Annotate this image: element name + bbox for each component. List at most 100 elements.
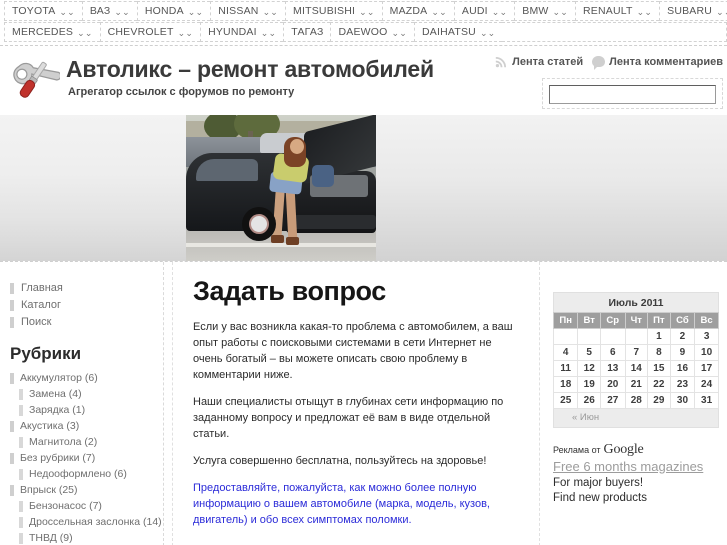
ad-title-link[interactable]: Free 6 months magazines <box>553 459 703 474</box>
search-input[interactable] <box>549 84 716 104</box>
category-item[interactable]: Замена (4) <box>10 386 157 402</box>
calendar-day[interactable]: 27 <box>599 392 626 409</box>
post-paragraph: Если у вас возникла какая-то проблема с … <box>193 321 513 381</box>
category-item-label: Акустика (3) <box>20 420 80 432</box>
car-brand-item-тагаз[interactable]: ТАГАЗ <box>283 22 331 42</box>
calendar-day[interactable]: 8 <box>647 344 671 361</box>
car-brand-item-mazda[interactable]: MAZDA ⌄⌄ <box>381 1 454 21</box>
calendar-weekday: Пт <box>647 312 671 329</box>
calendar-day[interactable]: 5 <box>577 344 601 361</box>
sidebar-item-каталог[interactable]: Каталог <box>10 297 157 313</box>
category-item[interactable]: Аккумулятор (6) <box>10 370 157 386</box>
calendar-day[interactable]: 30 <box>669 392 696 409</box>
calendar-day[interactable]: 22 <box>647 376 671 393</box>
post-paragraph-note[interactable]: Предоставляйте, пожалуйста, как можно бо… <box>193 480 523 528</box>
calendar-day[interactable]: 31 <box>694 392 719 409</box>
calendar-prev-month-link[interactable]: « Июн <box>553 409 719 428</box>
site-title: Автоликс – ремонт автомобилей <box>66 56 434 82</box>
category-item[interactable]: ТНВД (9) <box>10 530 157 545</box>
car-brand-nav-row-1: TOYOTA ⌄⌄ ВАЗ ⌄⌄ HONDA ⌄⌄ NISSAN ⌄⌄ MITSUBISHI ⌄⌄… <box>4 1 727 21</box>
banner <box>0 115 727 261</box>
category-item[interactable]: Впрыск (25) <box>10 482 157 498</box>
sidebar-item-label: Каталог <box>21 299 61 311</box>
calendar-day[interactable]: 17 <box>694 360 719 377</box>
car-brand-item-daihatsu[interactable]: DAIHATSU ⌄⌄ <box>414 22 503 42</box>
calendar-day[interactable]: 23 <box>669 376 696 393</box>
calendar-day[interactable]: 20 <box>599 376 626 393</box>
calendar-day[interactable]: 4 <box>552 344 579 361</box>
calendar-day[interactable]: 6 <box>599 344 626 361</box>
category-item[interactable]: Дроссельная заслонка (14) <box>10 514 162 530</box>
calendar-day[interactable]: 1 <box>647 328 671 345</box>
calendar-day[interactable]: 7 <box>624 344 649 361</box>
category-item[interactable]: Недооформлено (6) <box>10 466 157 482</box>
bullet-icon <box>10 316 14 328</box>
bullet-icon <box>19 500 23 512</box>
car-brand-item-bmw[interactable]: BMW ⌄⌄ <box>514 1 575 21</box>
chevron-down-icon: ⌄⌄ <box>391 27 408 38</box>
bullet-icon <box>19 532 23 544</box>
car-brand-label: RENAULT <box>582 5 633 17</box>
car-brand-item-renault[interactable]: RENAULT ⌄⌄ <box>574 1 660 21</box>
calendar-day[interactable]: 11 <box>552 360 579 377</box>
calendar-day[interactable]: 29 <box>647 392 671 409</box>
car-brand-label: SUBARU <box>667 5 713 17</box>
feed-link-articles[interactable]: Лента статей <box>495 55 583 68</box>
calendar-day[interactable]: 26 <box>577 392 601 409</box>
category-item[interactable]: Зарядка (1) <box>10 402 157 418</box>
category-item[interactable]: Магнитола (2) <box>10 434 157 450</box>
calendar-day[interactable]: 14 <box>624 360 649 377</box>
category-item-label: Бензонасос (7) <box>29 500 102 512</box>
calendar-week-row: 123 <box>552 328 719 345</box>
banner-photo <box>186 115 376 261</box>
car-brand-item-nissan[interactable]: NISSAN ⌄⌄ <box>210 1 286 21</box>
calendar-day[interactable]: 9 <box>669 344 696 361</box>
sidebar-item-главная[interactable]: Главная <box>10 280 157 296</box>
feed-link-comments[interactable]: Лента комментариев <box>592 56 723 70</box>
chevron-down-icon: ⌄⌄ <box>262 6 279 17</box>
car-brand-item-chevrolet[interactable]: CHEVROLET ⌄⌄ <box>99 22 201 42</box>
car-brand-item-audi[interactable]: AUDI ⌄⌄ <box>453 1 515 21</box>
car-brand-label: NISSAN <box>218 5 259 17</box>
bullet-icon <box>19 516 23 528</box>
category-item[interactable]: Акустика (3) <box>10 418 157 434</box>
calendar-day[interactable]: 16 <box>669 360 696 377</box>
calendar-day[interactable]: 13 <box>599 360 626 377</box>
car-brand-label: HONDA <box>144 5 184 17</box>
wrench-screwdriver-icon <box>8 56 62 104</box>
bullet-icon <box>10 452 14 464</box>
car-brand-item-toyota[interactable]: TOYOTA ⌄⌄ <box>4 1 82 21</box>
car-brand-item-mercedes[interactable]: MERCEDES ⌄⌄ <box>4 22 100 42</box>
sidebar-item-поиск[interactable]: Поиск <box>10 314 157 330</box>
calendar-day[interactable]: 3 <box>694 328 719 345</box>
calendar-day[interactable]: 12 <box>577 360 601 377</box>
calendar-day[interactable]: 28 <box>624 392 649 409</box>
calendar-week-row: 18 19 20 21 22 23 24 <box>552 376 719 393</box>
calendar-day[interactable]: 19 <box>577 376 601 393</box>
calendar-day[interactable]: 21 <box>624 376 649 393</box>
car-brand-item-subaru[interactable]: SUBARU⌄⌄ <box>659 1 727 21</box>
car-brand-item-mitsubishi[interactable]: MITSUBISHI ⌄⌄ <box>285 1 382 21</box>
bullet-icon <box>19 388 23 400</box>
calendar-day[interactable]: 15 <box>647 360 671 377</box>
calendar-day[interactable]: 18 <box>552 376 579 393</box>
calendar-day[interactable]: 24 <box>694 376 719 393</box>
calendar-day[interactable]: 2 <box>669 328 696 345</box>
category-item[interactable]: Без рубрики (7) <box>10 450 157 466</box>
bullet-icon <box>10 282 14 294</box>
bullet-icon <box>10 372 14 384</box>
car-brand-item-hyundai[interactable]: HYUNDAI ⌄⌄ <box>200 22 284 42</box>
chevron-down-icon: ⌄⌄ <box>491 6 508 17</box>
car-brand-item-daewoo[interactable]: DAEWOO ⌄⌄ <box>330 22 415 42</box>
car-brand-nav: TOYOTA ⌄⌄ ВАЗ ⌄⌄ HONDA ⌄⌄ NISSAN ⌄⌄ MITSUBISHI ⌄⌄… <box>0 0 727 43</box>
bullet-icon <box>19 436 23 448</box>
category-item[interactable]: Бензонасос (7) <box>10 498 157 514</box>
calendar-day[interactable]: 25 <box>552 392 579 409</box>
feed-link-articles-label: Лента статей <box>512 55 584 68</box>
car-brand-item-ваз[interactable]: ВАЗ ⌄⌄ <box>81 1 137 21</box>
car-brand-item-honda[interactable]: HONDA ⌄⌄ <box>136 1 211 21</box>
page-root: TOYOTA ⌄⌄ ВАЗ ⌄⌄ HONDA ⌄⌄ NISSAN ⌄⌄ MITSUBISHI ⌄⌄… <box>0 0 727 545</box>
calendar-day[interactable]: 10 <box>694 344 719 361</box>
chevron-down-icon: ⌄⌄ <box>77 27 93 38</box>
page-title: Задать вопрос <box>193 276 386 306</box>
